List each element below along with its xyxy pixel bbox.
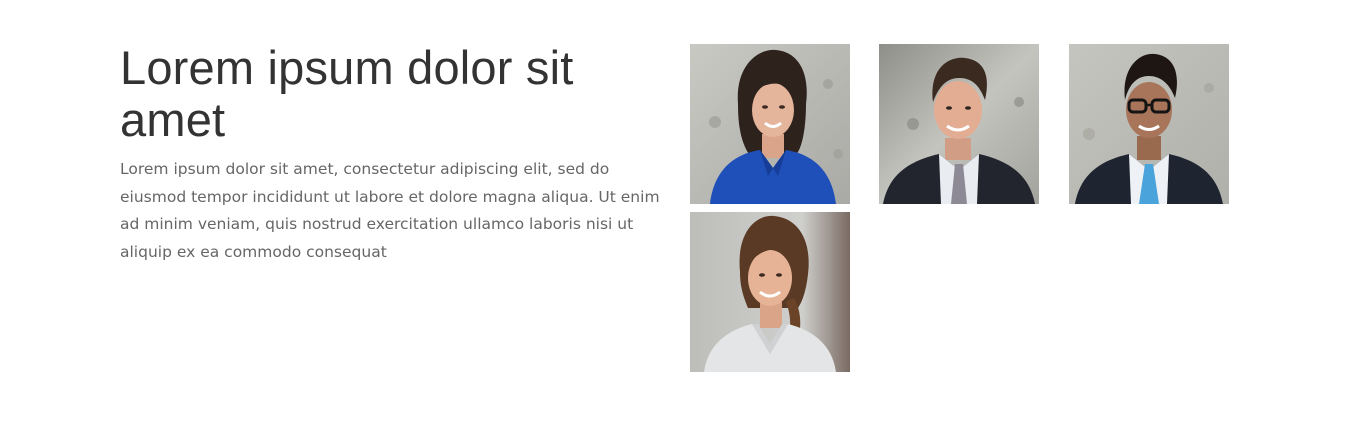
intro-section: Lorem ipsum dolor sit amet Lorem ipsum d… — [120, 42, 665, 266]
woman-braid-white-top-portrait — [690, 212, 850, 372]
woman-blue-blouse-portrait — [690, 44, 850, 204]
man-glasses-blue-tie-portrait — [1069, 44, 1229, 204]
team-photo-1 — [690, 44, 850, 204]
team-photo-3 — [1069, 44, 1229, 204]
team-photo-4 — [690, 212, 850, 372]
intro-paragraph: Lorem ipsum dolor sit amet, consectetur … — [120, 160, 660, 261]
page-heading: Lorem ipsum dolor sit amet — [120, 41, 574, 146]
man-suit-gray-tie-portrait — [879, 44, 1039, 204]
team-photo-2 — [879, 44, 1039, 204]
